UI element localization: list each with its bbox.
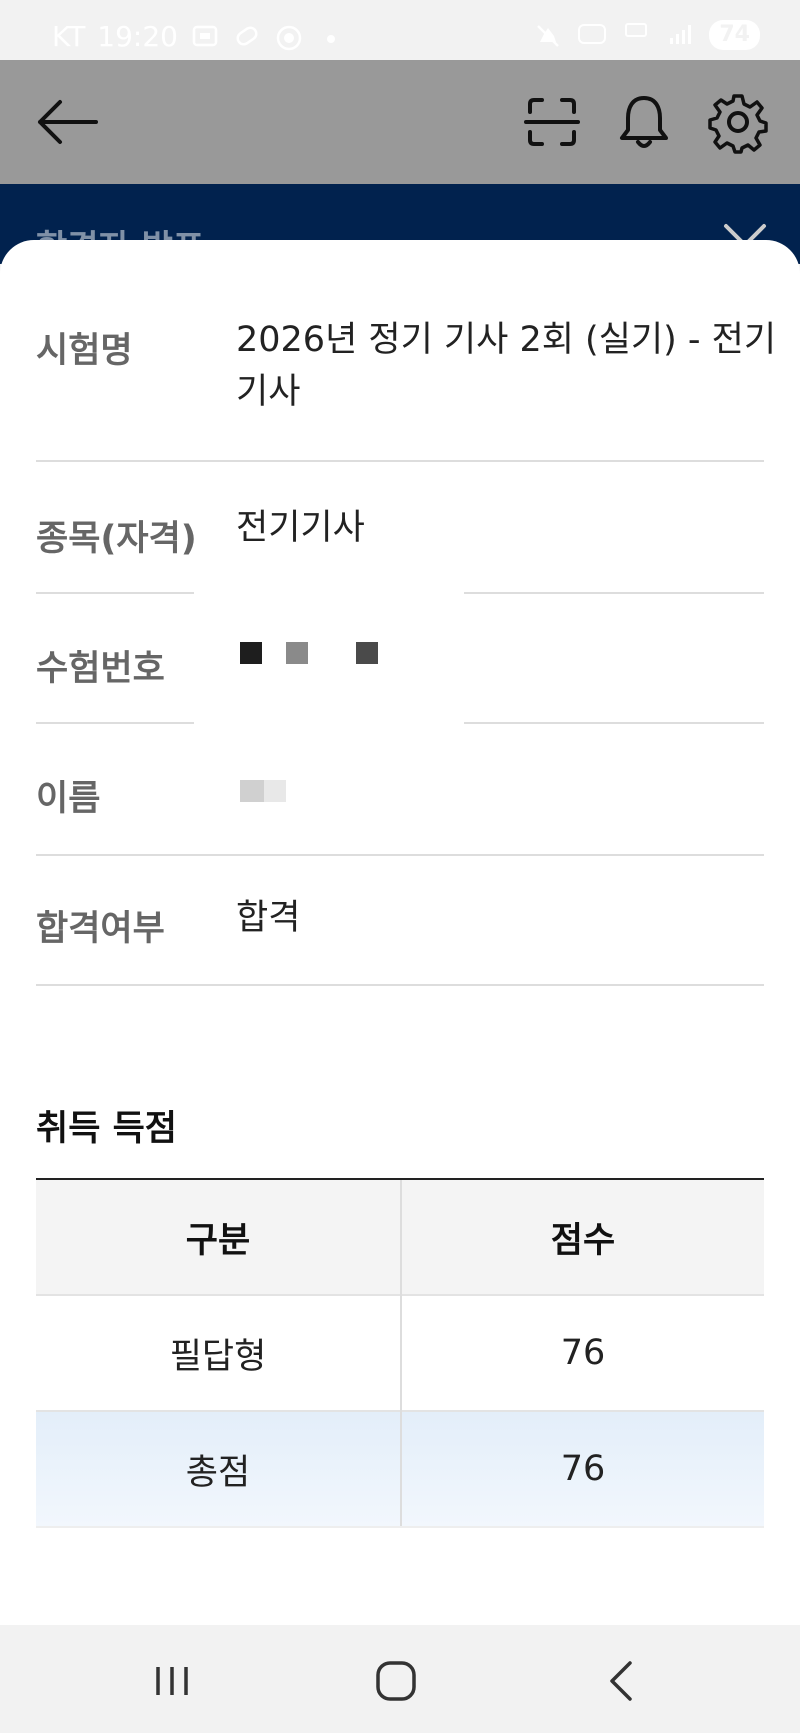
divider	[36, 984, 764, 986]
divider	[36, 722, 194, 724]
table-header-category: 구분	[36, 1180, 400, 1294]
recent-apps-icon[interactable]	[142, 1653, 202, 1709]
back-icon[interactable]	[594, 1653, 654, 1709]
status-bar: KT 19:20 74	[0, 0, 800, 60]
gear-icon[interactable]	[706, 90, 770, 154]
link-icon	[232, 24, 262, 50]
app-bar	[0, 60, 800, 184]
redacted-block	[286, 642, 308, 664]
back-arrow-icon[interactable]	[32, 90, 98, 154]
battery-indicator: 74	[709, 20, 760, 50]
redacted-block	[356, 642, 378, 664]
status-left: KT 19:20	[52, 20, 346, 53]
divider	[36, 460, 764, 462]
table-cell-score: 76	[560, 1333, 606, 1373]
table-header-score: 점수	[402, 1180, 764, 1294]
name-label: 이름	[36, 779, 101, 819]
screenshot-icon	[190, 24, 220, 50]
hd-icon	[577, 22, 607, 48]
divider	[36, 592, 194, 594]
table-bottom-border	[36, 1526, 764, 1528]
result-value: 합격	[236, 898, 301, 938]
table-cell-score: 76	[402, 1412, 764, 1526]
redacted-block	[240, 642, 262, 664]
table-cell-category: 필답형	[169, 1336, 267, 1377]
redacted-block	[240, 780, 264, 802]
number-label: 수험번호	[36, 649, 165, 689]
dot-icon	[316, 24, 346, 50]
signal-icon	[665, 22, 695, 48]
home-icon[interactable]	[366, 1653, 426, 1709]
result-label: 합격여부	[36, 909, 165, 949]
subject-value: 전기기사	[236, 508, 365, 548]
mute-icon	[533, 22, 563, 48]
bell-icon[interactable]	[612, 90, 676, 154]
exam-label: 시험명	[36, 331, 133, 371]
table-cell-category: 총점	[36, 1412, 400, 1526]
redacted-block	[264, 780, 286, 802]
scan-icon[interactable]	[520, 90, 584, 154]
clock: 19:20	[97, 20, 178, 53]
result-sheet: 시험명 2026년 정기 기사 2회 (실기) - 전기기사 종목(자격) 전기…	[0, 240, 800, 1625]
subject-label: 종목(자격)	[36, 519, 197, 559]
system-nav-bar	[0, 1625, 800, 1733]
carrier-label: KT	[52, 20, 86, 53]
status-right: 74	[533, 20, 760, 50]
table-column-divider	[400, 1180, 402, 1526]
score-section-title: 취득 득점	[36, 1109, 177, 1149]
5g-icon	[621, 22, 651, 48]
divider	[36, 854, 764, 856]
divider	[464, 592, 764, 594]
divider	[464, 722, 764, 724]
exam-value: 2026년 정기 기사 2회 (실기) - 전기기사	[236, 320, 777, 412]
record-icon	[274, 24, 304, 50]
